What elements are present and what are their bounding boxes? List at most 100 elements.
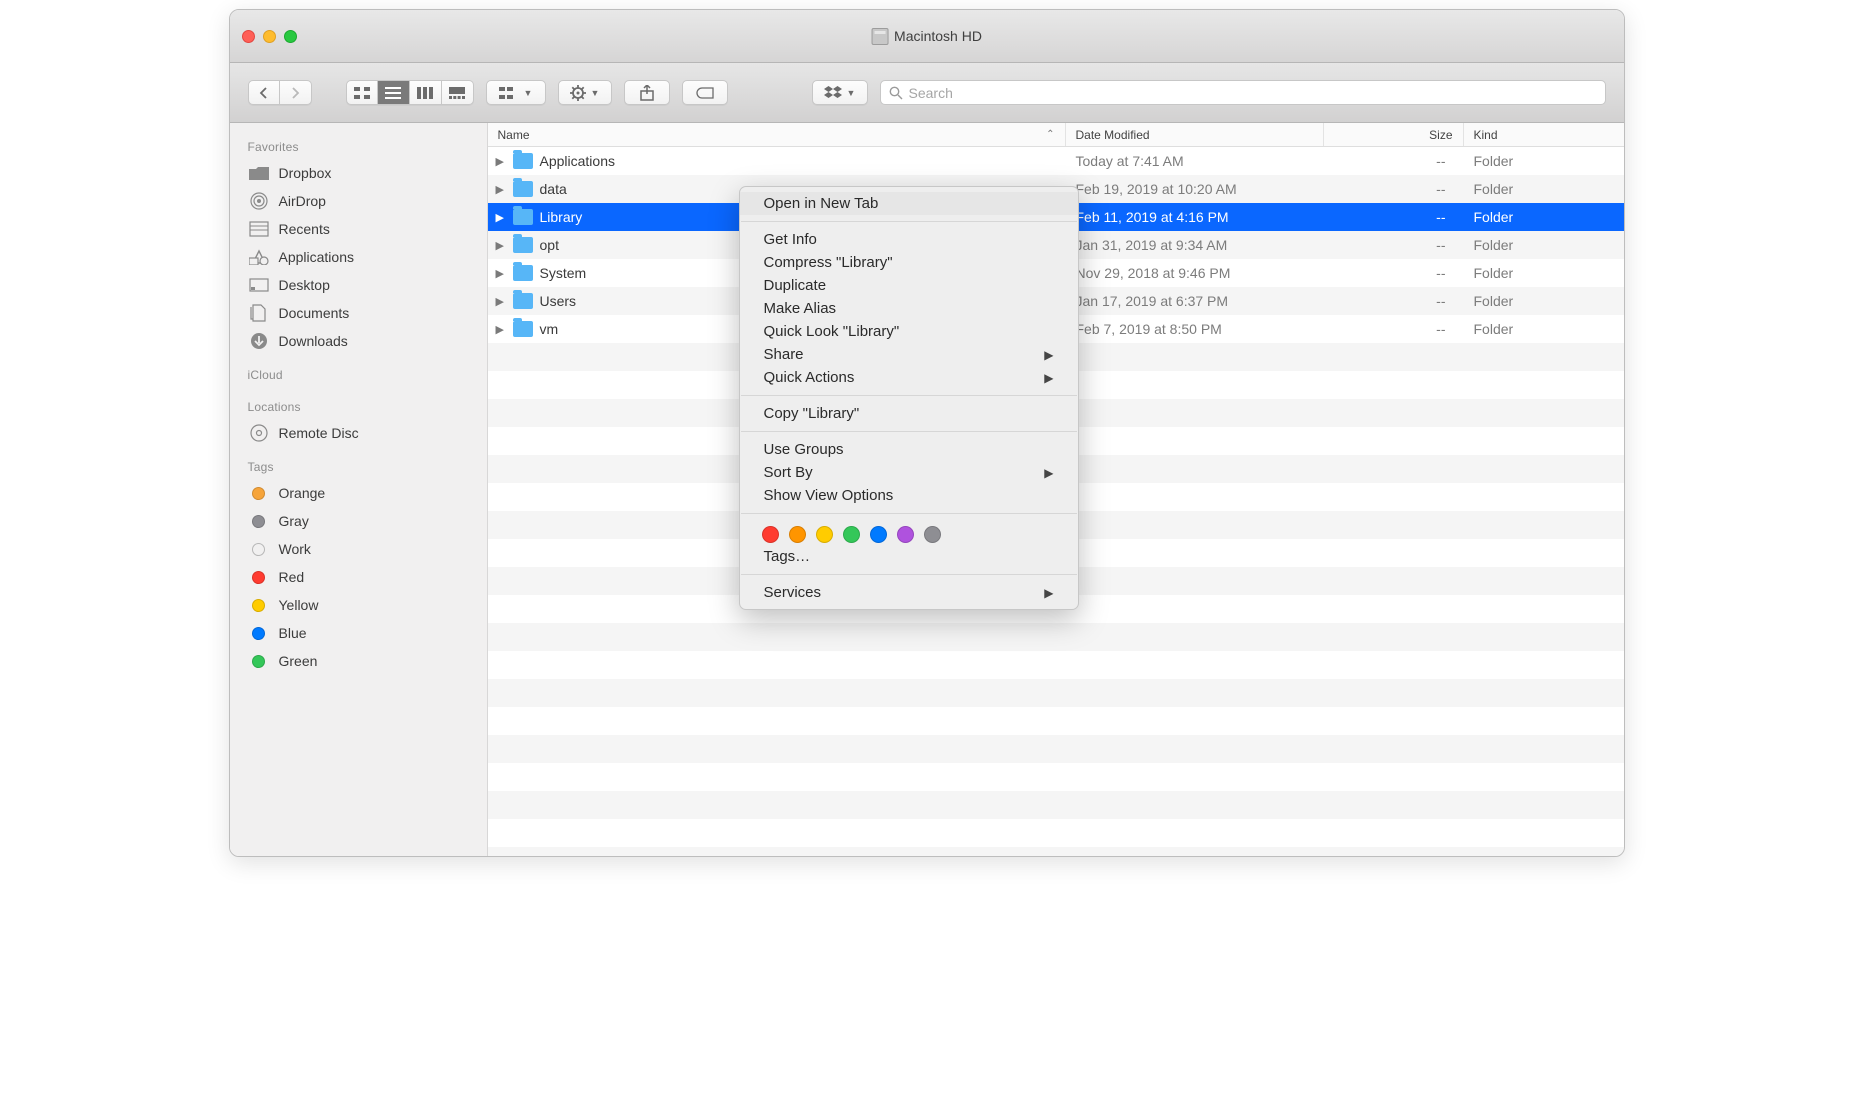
maximize-button[interactable] <box>284 30 297 43</box>
file-name: data <box>540 181 567 197</box>
context-menu-item[interactable]: Copy "Library" <box>740 402 1078 425</box>
context-menu-item[interactable]: Quick Look "Library" <box>740 320 1078 343</box>
view-list-button[interactable] <box>378 80 410 105</box>
search-input[interactable] <box>909 85 1597 101</box>
sidebar-tag-label: Orange <box>279 485 326 501</box>
context-item-label: Use Groups <box>764 441 844 458</box>
sort-asc-icon: ⌃ <box>1046 129 1054 140</box>
sidebar-item-documents[interactable]: Documents <box>230 299 487 327</box>
column-date[interactable]: Date Modified <box>1066 123 1324 146</box>
window-title-group: Macintosh HD <box>871 28 982 45</box>
sidebar-icloud-title: iCloud <box>230 365 487 387</box>
back-button[interactable] <box>248 80 280 105</box>
file-date: Today at 7:41 AM <box>1066 153 1324 169</box>
submenu-arrow-icon: ▶ <box>1044 348 1053 362</box>
context-item-label: Services <box>764 584 822 601</box>
context-menu-item[interactable]: Show View Options <box>740 484 1078 507</box>
tag-color-dot[interactable] <box>843 526 860 543</box>
disclosure-triangle-icon[interactable]: ▶ <box>496 295 506 308</box>
sidebar-item-label: Applications <box>279 249 355 265</box>
file-name: Users <box>540 293 577 309</box>
context-separator <box>741 574 1077 575</box>
context-menu-item[interactable]: Quick Actions▶ <box>740 366 1078 389</box>
tag-color-dot[interactable] <box>897 526 914 543</box>
sidebar-item-applications[interactable]: Applications <box>230 243 487 271</box>
tag-color-dot[interactable] <box>789 526 806 543</box>
sidebar-item-desktop[interactable]: Desktop <box>230 271 487 299</box>
sidebar-item-remote-disc[interactable]: Remote Disc <box>230 419 487 447</box>
context-item-label: Get Info <box>764 231 817 248</box>
tag-dot-icon <box>248 567 270 587</box>
disclosure-triangle-icon[interactable]: ▶ <box>496 183 506 196</box>
sidebar-item-recents[interactable]: Recents <box>230 215 487 243</box>
view-icon-button[interactable] <box>346 80 378 105</box>
column-name[interactable]: Name ⌃ <box>488 123 1066 146</box>
column-kind[interactable]: Kind <box>1464 123 1624 146</box>
tag-color-dot[interactable] <box>870 526 887 543</box>
column-size[interactable]: Size <box>1324 123 1464 146</box>
sidebar-tag-item[interactable]: Gray <box>230 507 487 535</box>
context-menu-item[interactable]: Duplicate <box>740 274 1078 297</box>
close-button[interactable] <box>242 30 255 43</box>
context-menu-item[interactable]: Share ▶ <box>740 343 1078 366</box>
empty-row <box>488 791 1624 819</box>
disclosure-triangle-icon[interactable]: ▶ <box>496 323 506 336</box>
share-icon <box>640 85 654 101</box>
forward-button[interactable] <box>280 80 312 105</box>
sidebar-tag-item[interactable]: Red <box>230 563 487 591</box>
sidebar-item-label: Desktop <box>279 277 330 293</box>
action-button[interactable]: ▼ <box>558 80 612 105</box>
disclosure-triangle-icon[interactable]: ▶ <box>496 267 506 280</box>
searchbar[interactable] <box>880 80 1606 105</box>
sidebar-tag-item[interactable]: Green <box>230 647 487 675</box>
sidebar-tag-item[interactable]: Blue <box>230 619 487 647</box>
file-size: -- <box>1324 265 1464 281</box>
view-column-button[interactable] <box>410 80 442 105</box>
tag-color-dot[interactable] <box>816 526 833 543</box>
disclosure-triangle-icon[interactable]: ▶ <box>496 211 506 224</box>
file-name: vm <box>540 321 559 337</box>
file-row[interactable]: ▶ Applications Today at 7:41 AM -- Folde… <box>488 147 1624 175</box>
file-date: Nov 29, 2018 at 9:46 PM <box>1066 265 1324 281</box>
tag-color-dot[interactable] <box>924 526 941 543</box>
file-name: System <box>540 265 587 281</box>
context-menu-item[interactable]: Services▶ <box>740 581 1078 604</box>
tag-color-dot[interactable] <box>762 526 779 543</box>
view-gallery-button[interactable] <box>442 80 474 105</box>
dropbox-button[interactable]: ▼ <box>812 80 868 105</box>
sidebar-item-airdrop[interactable]: AirDrop <box>230 187 487 215</box>
disk-icon <box>871 28 888 45</box>
share-button[interactable] <box>624 80 670 105</box>
context-separator <box>741 221 1077 222</box>
context-menu-item[interactable]: Compress "Library" <box>740 251 1078 274</box>
disc-icon <box>248 423 270 443</box>
file-name: Applications <box>540 153 616 169</box>
folder-icon <box>513 209 533 225</box>
context-tags-item[interactable]: Tags… <box>740 545 1078 568</box>
context-menu-item[interactable]: Get Info <box>740 228 1078 251</box>
disclosure-triangle-icon[interactable]: ▶ <box>496 239 506 252</box>
file-kind: Folder <box>1464 209 1624 225</box>
sidebar-item-downloads[interactable]: Downloads <box>230 327 487 355</box>
sidebar-tag-item[interactable]: Orange <box>230 479 487 507</box>
applications-icon <box>248 247 270 267</box>
tag-dot-icon <box>248 651 270 671</box>
empty-row <box>488 651 1624 679</box>
disclosure-triangle-icon[interactable]: ▶ <box>496 155 506 168</box>
sidebar-tag-item[interactable]: Yellow <box>230 591 487 619</box>
empty-row <box>488 679 1624 707</box>
context-menu-item[interactable]: Sort By▶ <box>740 461 1078 484</box>
gallery-icon <box>449 87 465 99</box>
submenu-arrow-icon: ▶ <box>1044 371 1053 385</box>
sidebar-tag-item[interactable]: Work <box>230 535 487 563</box>
folder-icon <box>513 237 533 253</box>
tags-button[interactable] <box>682 80 728 105</box>
sidebar-item-dropbox[interactable]: Dropbox <box>230 159 487 187</box>
context-menu-item[interactable]: Use Groups <box>740 438 1078 461</box>
context-menu-item[interactable]: Make Alias <box>740 297 1078 320</box>
context-item-label: Share <box>764 346 804 363</box>
file-kind: Folder <box>1464 265 1624 281</box>
arrange-button[interactable]: ▼ <box>486 80 546 105</box>
minimize-button[interactable] <box>263 30 276 43</box>
context-menu-item[interactable]: Open in New Tab <box>740 192 1078 215</box>
